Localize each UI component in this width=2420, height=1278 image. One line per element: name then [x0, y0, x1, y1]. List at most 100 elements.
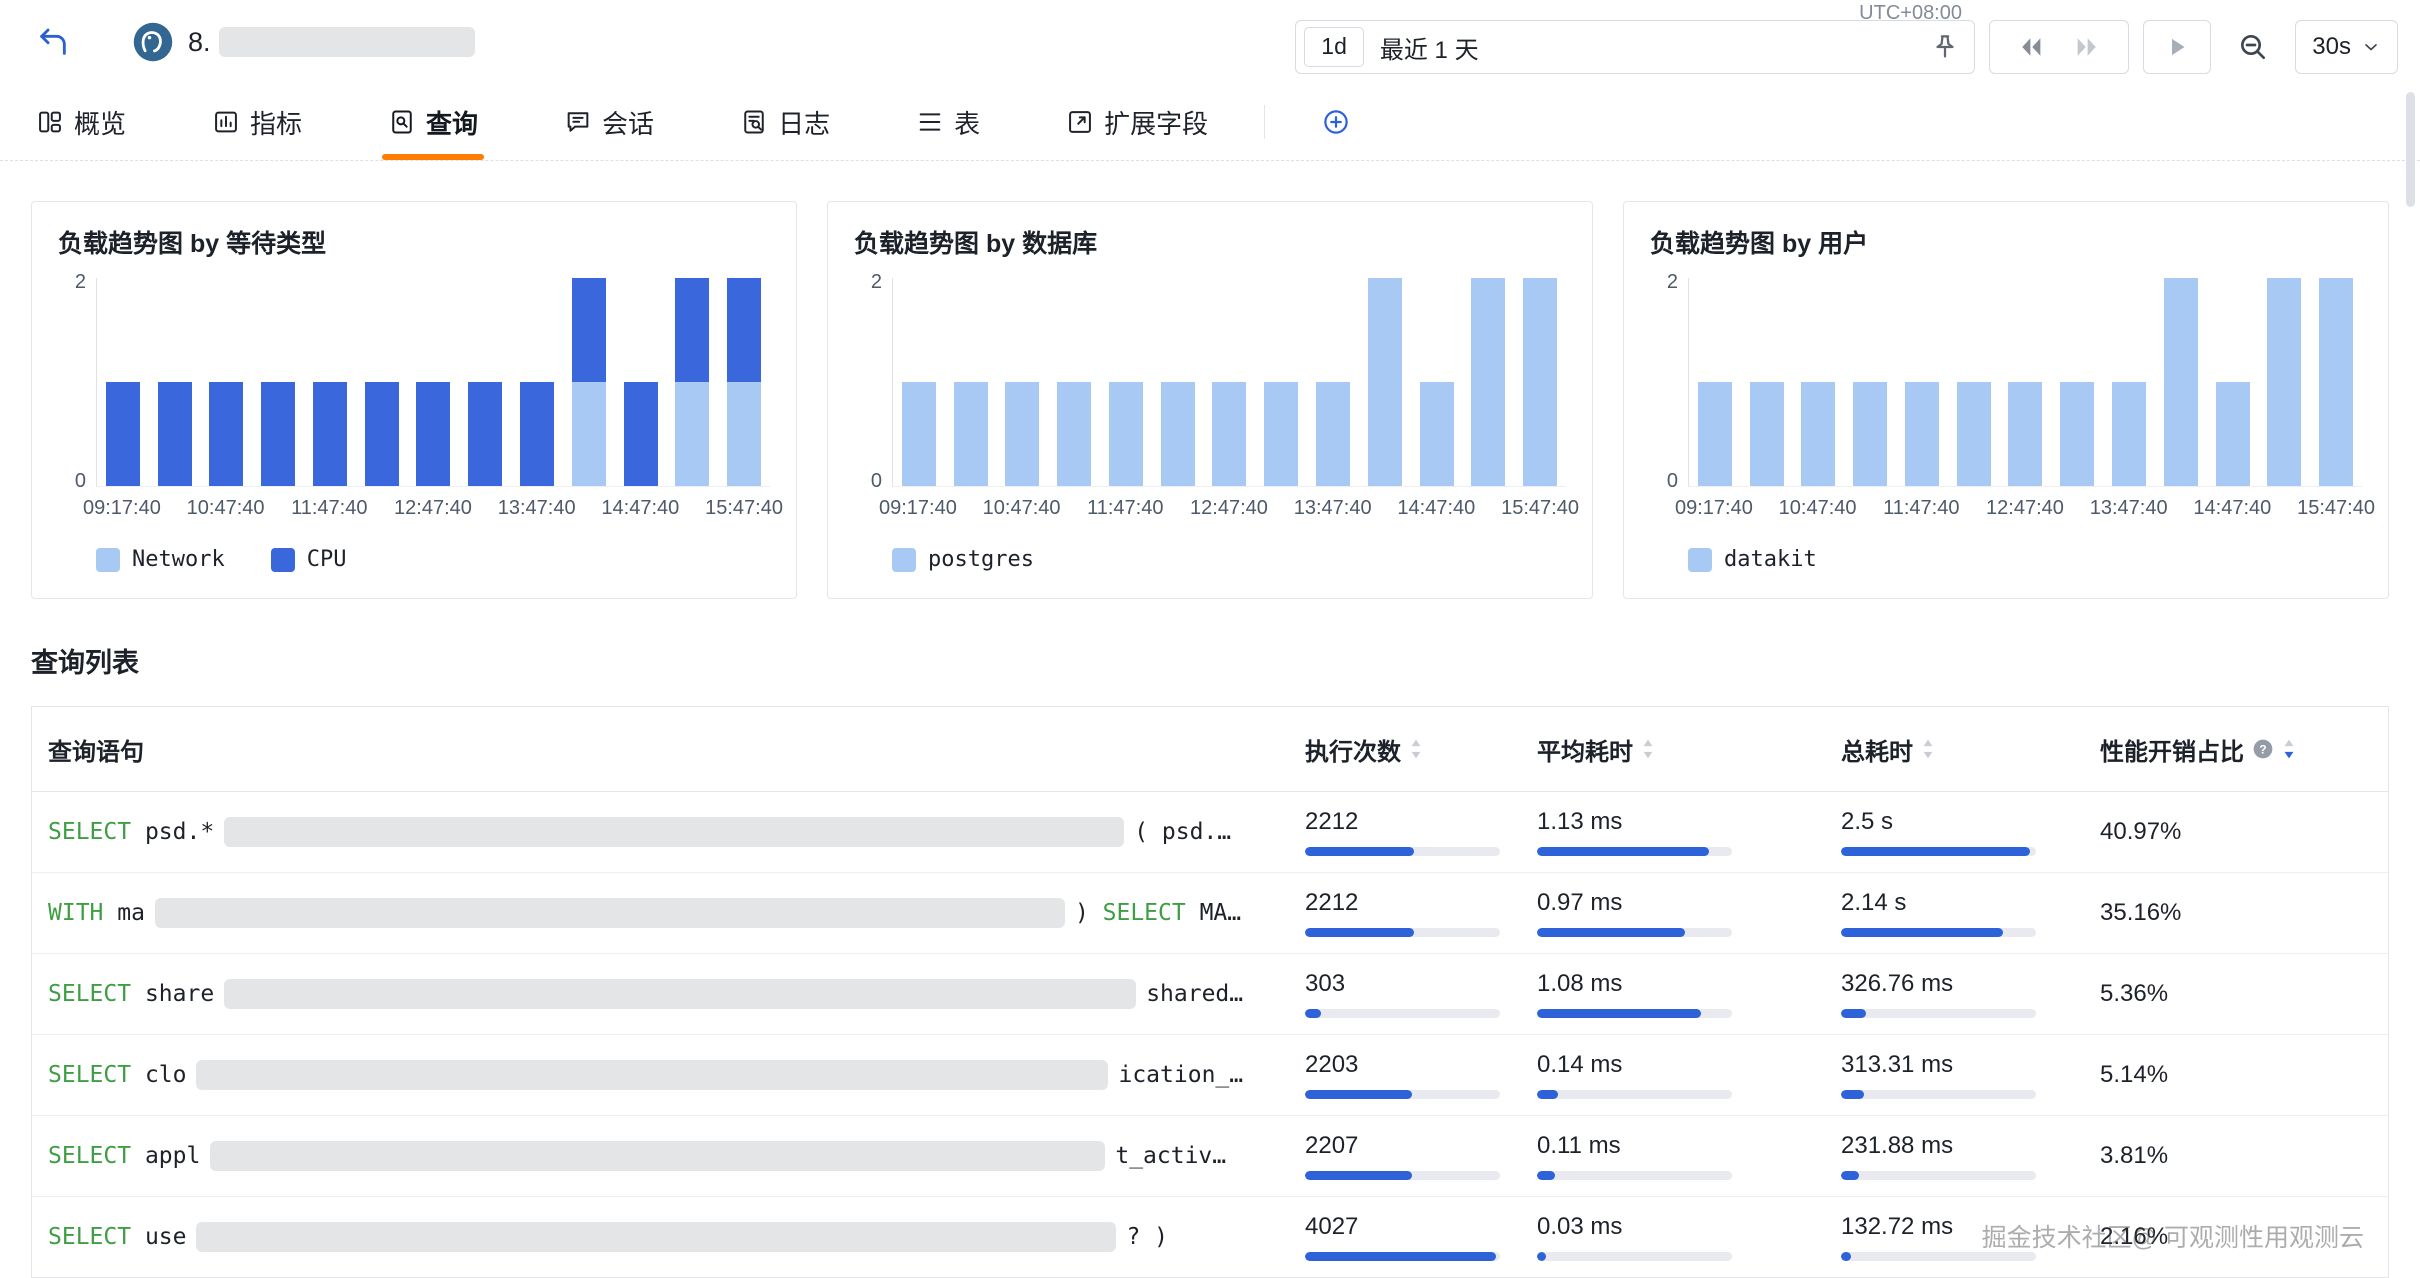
- refresh-interval-dropdown[interactable]: 30s: [2295, 20, 2398, 74]
- bar-segment-CPU: [313, 382, 347, 486]
- step-backward-button[interactable]: [2016, 32, 2046, 62]
- table-row[interactable]: SELECT cloication_… 2203 0.14 ms 313.31 …: [32, 1035, 2388, 1116]
- scrollbar-thumb[interactable]: [2406, 92, 2415, 207]
- legend-item[interactable]: CPU: [271, 547, 347, 572]
- column-header-overhead-ratio[interactable]: 性能开销占比 ?: [2100, 732, 2372, 767]
- tab-extended-fields[interactable]: 扩展字段: [1066, 84, 1208, 160]
- add-tab-button[interactable]: [1321, 84, 1351, 160]
- pin-button[interactable]: [1930, 32, 1960, 62]
- sort-icon[interactable]: [1921, 738, 1935, 760]
- legend-item[interactable]: Network: [96, 547, 225, 572]
- chart-y-axis: 2 0: [1650, 278, 1688, 486]
- column-header-exec-count[interactable]: 执行次数: [1305, 732, 1537, 767]
- total-bar-fill: [1841, 1252, 1851, 1261]
- tab-logs[interactable]: 日志: [740, 84, 830, 160]
- total-value: 231.88 ms: [1841, 1132, 2100, 1160]
- tab-tables[interactable]: 表: [916, 84, 980, 160]
- exec-bar-fill: [1305, 1090, 1412, 1099]
- tab-session[interactable]: 会话: [564, 84, 654, 160]
- step-forward-button[interactable]: [2072, 32, 2102, 62]
- play-button[interactable]: [2143, 20, 2211, 74]
- bar: [572, 278, 606, 486]
- query-cell[interactable]: SELECT shareshared…: [48, 979, 1305, 1009]
- query-cell[interactable]: SELECT use? ): [48, 1222, 1305, 1252]
- bar: [2216, 382, 2250, 486]
- play-icon: [2162, 32, 2192, 62]
- bar: [2319, 278, 2353, 486]
- bar: [1471, 278, 1505, 486]
- bar: [1523, 278, 1557, 486]
- sort-icon-active-desc[interactable]: [2282, 738, 2296, 760]
- bar: [902, 382, 936, 486]
- legend-item[interactable]: datakit: [1688, 547, 1817, 572]
- bar-segment-CPU: [727, 278, 761, 382]
- legend-item[interactable]: postgres: [892, 547, 1034, 572]
- bar-segment-CPU: [365, 382, 399, 486]
- bar-segment-postgres: [1057, 382, 1091, 486]
- ratio-cell: 2.16%: [2100, 1223, 2372, 1251]
- avg-value: 1.08 ms: [1537, 970, 1841, 998]
- chart-x-ticks: 09:17:4010:47:4011:47:4012:47:4013:47:40…: [96, 497, 770, 523]
- instance-title-prefix: 8.: [188, 27, 211, 58]
- time-range-picker[interactable]: 1d 最近 1 天: [1295, 20, 1975, 74]
- bar-segment-datakit: [2267, 278, 2301, 486]
- bar: [2112, 382, 2146, 486]
- sort-icon[interactable]: [1409, 738, 1423, 760]
- redacted-instance-name: [219, 27, 475, 57]
- legend-swatch: [892, 548, 916, 572]
- total-progress: [1841, 847, 2036, 856]
- sql-text: ? ): [1126, 1224, 1168, 1250]
- bar: [1212, 382, 1246, 486]
- table-row[interactable]: WITH ma) SELECT MA… 2212 0.97 ms 2.14 s …: [32, 873, 2388, 954]
- total-cell: 231.88 ms: [1841, 1132, 2100, 1180]
- total-progress: [1841, 1090, 2036, 1099]
- column-header-total-time[interactable]: 总耗时: [1841, 732, 2100, 767]
- avg-bar-fill: [1537, 928, 1685, 937]
- bar-segment-datakit: [2008, 382, 2042, 486]
- exec-progress: [1305, 928, 1500, 937]
- bar-segment-postgres: [954, 382, 988, 486]
- table-row[interactable]: SELECT applt_activ… 2207 0.11 ms 231.88 …: [32, 1116, 2388, 1197]
- bar-slot: [304, 382, 356, 486]
- table-header: 查询语句 执行次数 平均耗时 总耗时 性能开销占比 ?: [32, 707, 2388, 792]
- bar-segment-Network: [572, 382, 606, 486]
- ratio-value: 5.14%: [2100, 1061, 2168, 1089]
- help-icon[interactable]: ?: [2252, 738, 2274, 760]
- sort-icon[interactable]: [1641, 738, 1655, 760]
- time-range-short[interactable]: 1d: [1304, 27, 1364, 67]
- tab-query[interactable]: 查询: [388, 84, 478, 160]
- bar-slot: [1152, 382, 1204, 486]
- bar-segment-Network: [727, 382, 761, 486]
- column-label: 平均耗时: [1537, 732, 1633, 767]
- ratio-cell: 5.14%: [2100, 1061, 2372, 1089]
- exec-progress: [1305, 1171, 1500, 1180]
- bar: [1750, 382, 1784, 486]
- bar-slot: [1793, 382, 1845, 486]
- table-row[interactable]: SELECT psd.*( psd.… 2212 1.13 ms 2.5 s 4…: [32, 792, 2388, 873]
- query-cell[interactable]: WITH ma) SELECT MA…: [48, 898, 1305, 928]
- column-header-avg-time[interactable]: 平均耗时: [1537, 732, 1841, 767]
- bar-slot: [1948, 382, 2000, 486]
- total-cell: 2.5 s: [1841, 808, 2100, 856]
- bar: [954, 382, 988, 486]
- legend-label: datakit: [1724, 547, 1817, 572]
- avg-bar-fill: [1537, 847, 1709, 856]
- query-cell[interactable]: SELECT psd.*( psd.…: [48, 817, 1305, 847]
- zoom-out-button[interactable]: [2225, 20, 2281, 74]
- bar-segment-postgres: [1523, 278, 1557, 486]
- total-bar-fill: [1841, 1009, 1866, 1018]
- query-cell[interactable]: SELECT cloication_…: [48, 1060, 1305, 1090]
- ratio-value: 40.97%: [2100, 818, 2181, 846]
- bar-slot: [997, 382, 1049, 486]
- skip-backward-icon: [2016, 32, 2046, 62]
- bar: [1905, 382, 1939, 486]
- query-cell[interactable]: SELECT applt_activ…: [48, 1141, 1305, 1171]
- table-row[interactable]: SELECT shareshared… 303 1.08 ms 326.76 m…: [32, 954, 2388, 1035]
- tab-metrics[interactable]: 指标: [212, 84, 302, 160]
- redacted-text: [196, 1222, 1116, 1252]
- back-button[interactable]: [30, 19, 76, 65]
- tab-label: 概览: [74, 104, 126, 141]
- time-range-label[interactable]: 最近 1 天: [1380, 30, 1479, 65]
- tab-overview[interactable]: 概览: [36, 84, 126, 160]
- table-row[interactable]: SELECT use? ) 4027 0.03 ms 132.72 ms 2.1…: [32, 1197, 2388, 1277]
